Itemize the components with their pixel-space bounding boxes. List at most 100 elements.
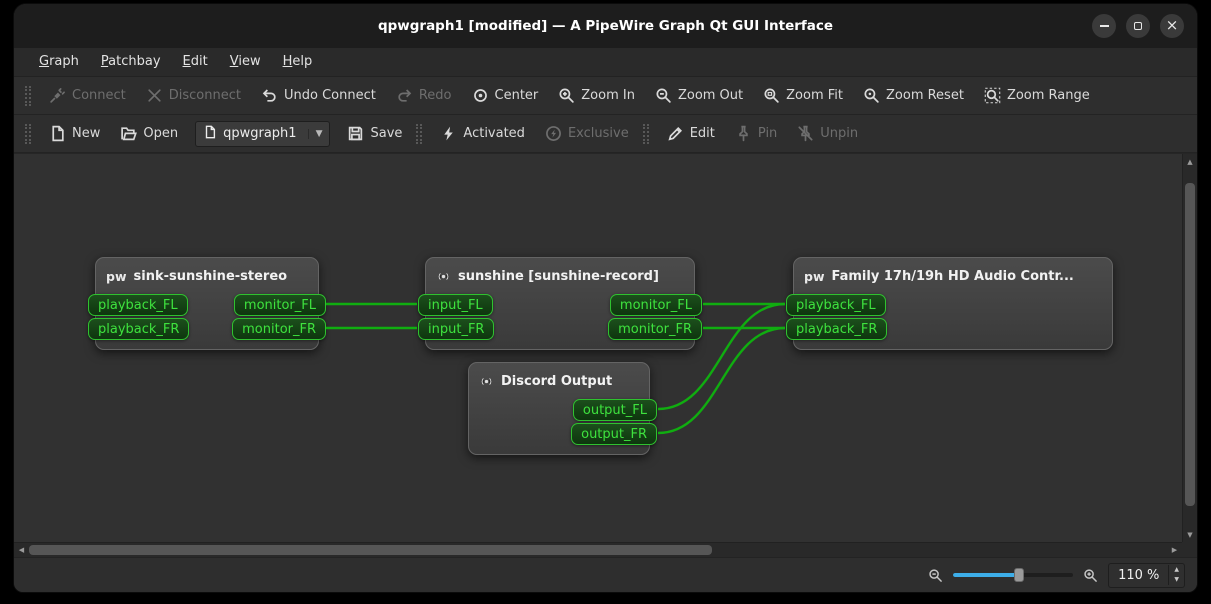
scrollbar-corner bbox=[1182, 542, 1197, 557]
undo-connect-label: Undo Connect bbox=[284, 88, 376, 103]
connect-button[interactable]: Connect bbox=[40, 81, 135, 110]
toolbar-drag-handle[interactable] bbox=[643, 124, 649, 144]
menu-patchbay[interactable]: Patchbay bbox=[90, 48, 172, 76]
zoom-fit-button[interactable]: Zoom Fit bbox=[754, 81, 852, 110]
menu-help[interactable]: Help bbox=[272, 48, 324, 76]
port-monitor-fr[interactable]: monitor_FR bbox=[608, 318, 702, 340]
node-title: Discord Output bbox=[501, 374, 612, 389]
node-header: pw sink-sunshine-stereo bbox=[96, 263, 318, 289]
stream-icon bbox=[436, 269, 451, 284]
exclusive-toggle[interactable]: Exclusive bbox=[536, 119, 638, 148]
document-icon bbox=[203, 125, 217, 143]
patchbay-select[interactable]: qpwgraph1 ▼ bbox=[195, 121, 330, 147]
zoom-slider-track[interactable] bbox=[953, 573, 1073, 577]
zoom-in-icon bbox=[558, 87, 575, 104]
pin-icon bbox=[735, 125, 752, 142]
node-header: Discord Output bbox=[469, 368, 649, 394]
unpin-icon bbox=[797, 125, 814, 142]
disconnect-icon bbox=[146, 87, 163, 104]
activated-toggle[interactable]: Activated bbox=[431, 119, 534, 148]
open-button[interactable]: Open bbox=[111, 119, 187, 148]
spin-buttons: ▲ ▼ bbox=[1168, 565, 1184, 585]
zoom-slider-fill bbox=[953, 573, 1019, 577]
port-monitor-fl[interactable]: monitor_FL bbox=[234, 294, 326, 316]
port-input-fl[interactable]: input_FL bbox=[418, 294, 493, 316]
center-button[interactable]: Center bbox=[463, 81, 548, 110]
port-playback-fr[interactable]: playback_FR bbox=[88, 318, 189, 340]
pipewire-icon: pw bbox=[804, 269, 825, 284]
minimize-button[interactable] bbox=[1092, 14, 1116, 38]
horizontal-scroll-handle[interactable] bbox=[29, 545, 712, 555]
edit-toggle[interactable]: Edit bbox=[658, 119, 724, 148]
node-sunshine-record[interactable]: sunshine [sunshine-record] input_FL inpu… bbox=[425, 257, 695, 350]
zoom-slider[interactable] bbox=[953, 566, 1073, 584]
vertical-scroll-handle[interactable] bbox=[1185, 183, 1195, 505]
maximize-icon bbox=[1134, 22, 1142, 30]
zoom-in-button[interactable]: Zoom In bbox=[549, 81, 644, 110]
menu-edit[interactable]: Edit bbox=[172, 48, 219, 76]
zoom-out-icon[interactable] bbox=[928, 568, 943, 583]
zoom-decrement-button[interactable]: ▼ bbox=[1169, 575, 1184, 585]
pin-label: Pin bbox=[758, 126, 777, 141]
zoom-range-label: Zoom Range bbox=[1007, 88, 1090, 103]
undo-connect-button[interactable]: Undo Connect bbox=[252, 81, 385, 110]
zoom-reset-icon bbox=[863, 87, 880, 104]
node-title: sunshine [sunshine-record] bbox=[458, 269, 659, 284]
scroll-down-arrow[interactable]: ▼ bbox=[1183, 527, 1197, 542]
disconnect-button[interactable]: Disconnect bbox=[137, 81, 250, 110]
pipewire-icon: pw bbox=[106, 269, 127, 284]
scroll-left-arrow[interactable]: ◀ bbox=[14, 543, 29, 557]
close-button[interactable]: × bbox=[1160, 14, 1184, 38]
zoom-range-button[interactable]: Zoom Range bbox=[975, 81, 1099, 110]
menu-graph[interactable]: Graph bbox=[28, 48, 90, 76]
graph-viewport[interactable]: pw sink-sunshine-stereo playback_FL play… bbox=[14, 154, 1182, 542]
minimize-icon bbox=[1100, 25, 1109, 27]
maximize-button[interactable] bbox=[1126, 14, 1150, 38]
port-monitor-fr[interactable]: monitor_FR bbox=[232, 318, 326, 340]
port-playback-fr[interactable]: playback_FR bbox=[786, 318, 887, 340]
node-sink-sunshine-stereo[interactable]: pw sink-sunshine-stereo playback_FL play… bbox=[95, 257, 319, 350]
port-output-fr[interactable]: output_FR bbox=[571, 423, 657, 445]
pin-button[interactable]: Pin bbox=[726, 119, 786, 148]
center-label: Center bbox=[495, 88, 539, 103]
zoom-out-icon bbox=[655, 87, 672, 104]
scroll-right-arrow[interactable]: ▶ bbox=[1167, 543, 1182, 557]
window-controls: × bbox=[1092, 14, 1184, 38]
horizontal-scrollbar[interactable]: ◀ ▶ bbox=[14, 542, 1182, 557]
connect-label: Connect bbox=[72, 88, 126, 103]
chevron-down-icon: ▼ bbox=[308, 129, 323, 139]
node-family-hd-audio-controller[interactable]: pw Family 17h/19h HD Audio Contr... play… bbox=[793, 257, 1113, 350]
toolbar-drag-handle[interactable] bbox=[416, 124, 422, 144]
port-playback-fl[interactable]: playback_FL bbox=[786, 294, 886, 316]
exclusive-bolt-icon bbox=[545, 125, 562, 142]
node-title: sink-sunshine-stereo bbox=[134, 269, 288, 284]
menu-view[interactable]: View bbox=[219, 48, 272, 76]
horizontal-scroll-track[interactable] bbox=[29, 543, 1167, 557]
scroll-up-arrow[interactable]: ▲ bbox=[1183, 154, 1197, 169]
zoom-reset-button[interactable]: Zoom Reset bbox=[854, 81, 973, 110]
vertical-scrollbar[interactable]: ▲ ▼ bbox=[1182, 154, 1197, 542]
titlebar[interactable]: qpwgraph1 [modified] — A PipeWire Graph … bbox=[14, 4, 1197, 48]
graph-canvas: pw sink-sunshine-stereo playback_FL play… bbox=[14, 153, 1197, 557]
patchbay-toolbar: New Open qpwgraph1 ▼ Save Activated Excl… bbox=[14, 115, 1197, 153]
port-output-fl[interactable]: output_FL bbox=[573, 399, 657, 421]
port-monitor-fl[interactable]: monitor_FL bbox=[610, 294, 702, 316]
zoom-slider-handle[interactable] bbox=[1014, 568, 1024, 582]
toolbar-drag-handle[interactable] bbox=[25, 124, 31, 144]
save-button[interactable]: Save bbox=[338, 119, 411, 148]
zoom-out-button[interactable]: Zoom Out bbox=[646, 81, 752, 110]
toolbar-drag-handle[interactable] bbox=[25, 86, 31, 106]
redo-button[interactable]: Redo bbox=[387, 81, 461, 110]
node-discord-output[interactable]: Discord Output output_FL output_FR bbox=[468, 362, 650, 455]
unpin-label: Unpin bbox=[820, 126, 858, 141]
new-button[interactable]: New bbox=[40, 119, 109, 148]
statusbar: 110 % ▲ ▼ bbox=[14, 557, 1197, 592]
vertical-scroll-track[interactable] bbox=[1183, 169, 1197, 527]
port-playback-fl[interactable]: playback_FL bbox=[88, 294, 188, 316]
zoom-in-icon[interactable] bbox=[1083, 568, 1098, 583]
port-input-fr[interactable]: input_FR bbox=[418, 318, 494, 340]
zoom-spinbox[interactable]: 110 % ▲ ▼ bbox=[1108, 563, 1185, 588]
zoom-value: 110 % bbox=[1118, 568, 1159, 583]
unpin-button[interactable]: Unpin bbox=[788, 119, 867, 148]
zoom-increment-button[interactable]: ▲ bbox=[1169, 565, 1184, 575]
